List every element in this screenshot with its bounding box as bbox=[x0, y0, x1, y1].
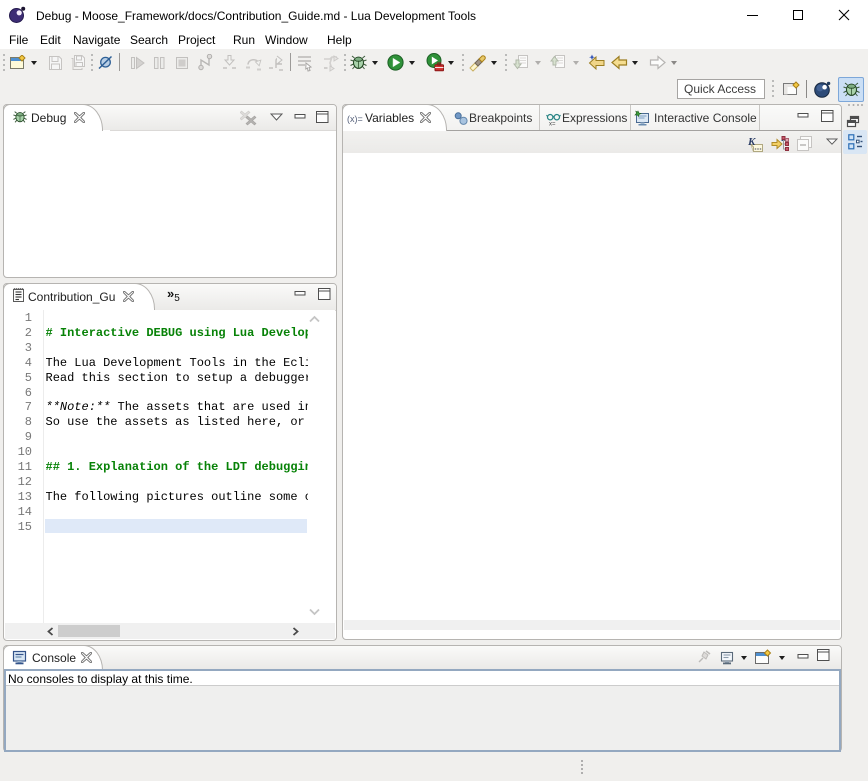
svg-text:K: K bbox=[747, 136, 756, 148]
svg-text:x=: x= bbox=[549, 122, 556, 127]
